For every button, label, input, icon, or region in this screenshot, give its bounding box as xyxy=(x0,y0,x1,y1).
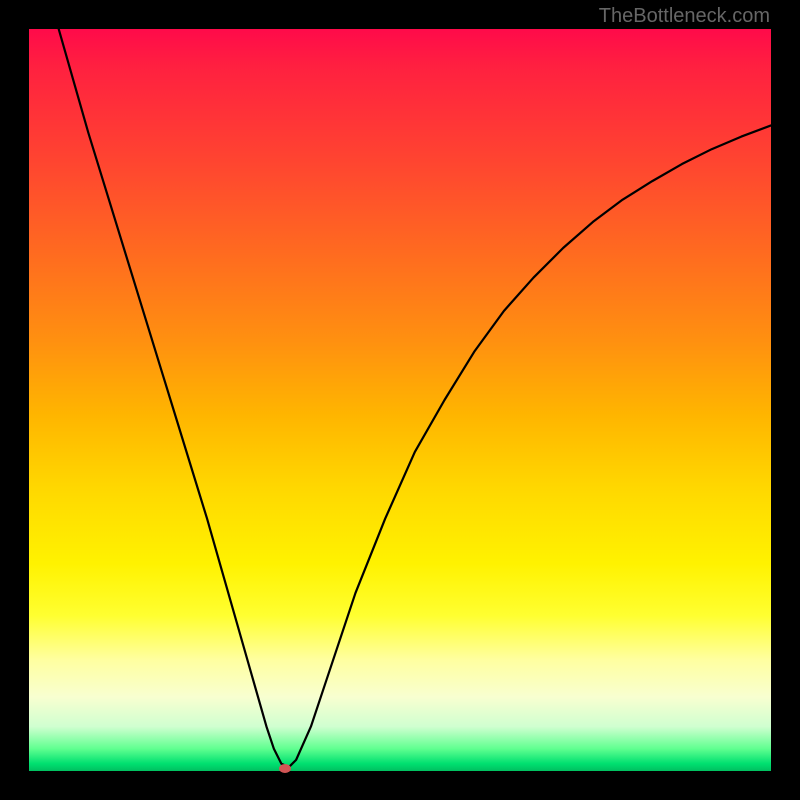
bottleneck-curve xyxy=(29,29,771,771)
chart-container: TheBottleneck.com xyxy=(0,0,800,800)
frame-left xyxy=(0,0,29,800)
watermark-text: TheBottleneck.com xyxy=(599,5,770,28)
frame-right xyxy=(771,0,800,800)
frame-bottom xyxy=(0,771,800,800)
